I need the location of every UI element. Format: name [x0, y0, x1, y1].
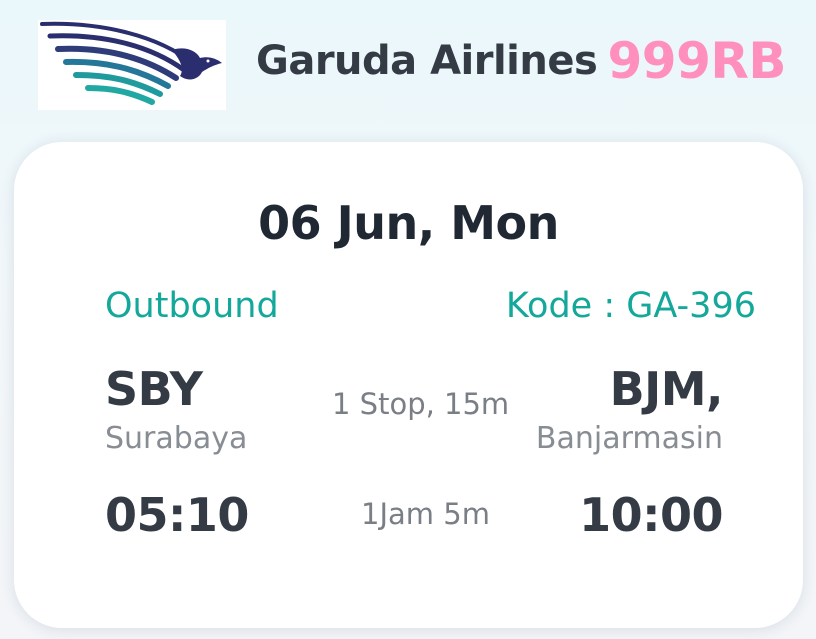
airline-name: Garuda Airlines: [256, 38, 598, 84]
destination-airport-code: BJM,: [609, 362, 724, 416]
stops-info: 1 Stop, 15m: [332, 387, 510, 421]
price-label: 999RB: [607, 32, 787, 90]
flight-date: 06 Jun, Mon: [258, 196, 559, 250]
arrival-time: 10:00: [579, 488, 723, 542]
flight-card[interactable]: 06 Jun, Mon Outbound Kode : GA-396 SBY S…: [14, 142, 803, 628]
airline-logo: [38, 20, 226, 110]
flight-code: Kode : GA-396: [505, 286, 756, 326]
origin-city: Surabaya: [105, 421, 248, 456]
origin-airport-code: SBY: [105, 362, 203, 416]
direction-label: Outbound: [105, 286, 279, 326]
flight-duration: 1Jam 5m: [361, 497, 490, 531]
destination-city: Banjarmasin: [535, 421, 723, 456]
garuda-bird-logo-icon: [40, 21, 222, 105]
departure-time: 05:10: [105, 488, 249, 542]
